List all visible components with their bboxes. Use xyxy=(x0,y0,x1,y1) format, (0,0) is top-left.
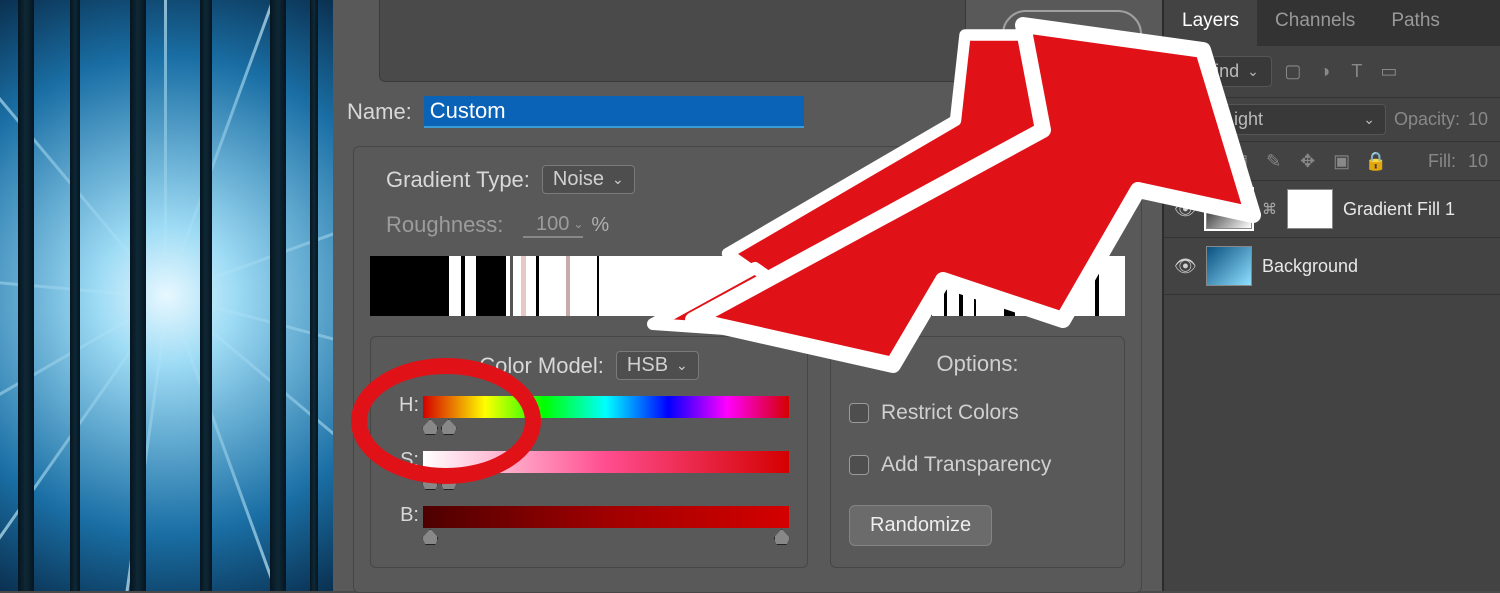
s-slider-min-handle[interactable] xyxy=(422,474,438,490)
add-transparency-checkbox[interactable] xyxy=(849,455,869,475)
tab-layers[interactable]: Layers xyxy=(1164,0,1257,46)
layers-panel: Layers Channels Paths ⌕ Kind ⌄ ▢ ◑ T ▭ S… xyxy=(1163,0,1500,591)
tab-channels[interactable]: Channels xyxy=(1257,0,1373,46)
filter-adjustment-icon[interactable]: ◑ xyxy=(1314,61,1336,83)
search-icon: ⌕ xyxy=(1189,61,1199,82)
save-button[interactable]: Save... xyxy=(1002,10,1142,58)
gradient-editor-dialog: Save... New Name: Custom Gradient Type: … xyxy=(333,0,1163,591)
layer-name[interactable]: Gradient Fill 1 xyxy=(1343,199,1455,220)
roughness-label: Roughness: xyxy=(386,212,503,238)
color-model-value: HSB xyxy=(627,354,668,377)
forest-image xyxy=(0,0,333,591)
blend-mode-select[interactable]: Soft Light ⌄ xyxy=(1176,104,1386,135)
layer-mask-thumbnail[interactable] xyxy=(1287,189,1333,229)
layer-filter-kind[interactable]: ⌕ Kind ⌄ xyxy=(1176,56,1272,87)
layer-name[interactable]: Background xyxy=(1262,256,1358,277)
opacity-label: Opacity: xyxy=(1394,109,1460,130)
roughness-value: 100 xyxy=(536,213,569,236)
h-label: H: xyxy=(389,394,419,417)
preset-preview xyxy=(379,0,966,82)
randomize-button[interactable]: Randomize xyxy=(849,505,992,546)
chevron-down-icon: ⌄ xyxy=(676,357,688,374)
name-input[interactable]: Custom xyxy=(424,96,804,128)
gradient-noise-preview xyxy=(370,256,1125,316)
lock-position-icon[interactable]: ✥ xyxy=(1297,150,1319,172)
tab-paths[interactable]: Paths xyxy=(1373,0,1458,46)
h-slider-max-handle[interactable] xyxy=(441,419,457,435)
color-model-select[interactable]: HSB ⌄ xyxy=(616,351,699,380)
opacity-value[interactable]: 10 xyxy=(1468,109,1488,130)
layer-row[interactable]: 👁 Background xyxy=(1164,238,1500,295)
color-model-label: Color Model: xyxy=(479,353,604,379)
chevron-down-icon: ⌄ xyxy=(573,217,583,231)
s-label: S: xyxy=(389,449,419,472)
chevron-down-icon: ⌄ xyxy=(1247,63,1259,80)
visibility-toggle[interactable]: 👁 xyxy=(1174,199,1196,220)
options-group: Options: Restrict Colors Add Transparenc… xyxy=(830,336,1125,568)
link-icon: ⌘ xyxy=(1262,200,1277,218)
add-transparency-label: Add Transparency xyxy=(881,453,1051,477)
options-header: Options: xyxy=(849,351,1106,377)
lock-all-icon[interactable]: 🔒 xyxy=(1365,150,1387,172)
lock-label: Lock: xyxy=(1176,151,1217,171)
gradient-type-select[interactable]: Noise ⌄ xyxy=(542,165,635,194)
visibility-toggle[interactable]: 👁 xyxy=(1174,256,1196,277)
roughness-unit: % xyxy=(591,214,609,237)
layer-row[interactable]: 👁 ⌘ Gradient Fill 1 xyxy=(1164,181,1500,238)
fill-label: Fill: xyxy=(1428,151,1456,172)
filter-text-icon[interactable]: T xyxy=(1346,61,1368,83)
b-slider-min-handle[interactable] xyxy=(422,529,438,545)
layer-thumbnail[interactable] xyxy=(1206,189,1252,229)
gradient-type-label: Gradient Type: xyxy=(386,167,530,193)
name-label: Name: xyxy=(347,99,412,125)
lock-brush-icon[interactable]: ✎ xyxy=(1263,150,1285,172)
fill-value[interactable]: 10 xyxy=(1468,151,1488,172)
b-slider-max-handle[interactable] xyxy=(774,529,790,545)
h-slider-min-handle[interactable] xyxy=(422,419,438,435)
chevron-down-icon: ⌄ xyxy=(612,171,624,188)
restrict-colors-label: Restrict Colors xyxy=(881,401,1019,425)
restrict-colors-checkbox[interactable] xyxy=(849,403,869,423)
color-model-group: Color Model: HSB ⌄ H: xyxy=(370,336,808,568)
filter-image-icon[interactable]: ▢ xyxy=(1282,61,1304,83)
lock-pixels-icon[interactable]: ▦ xyxy=(1229,150,1251,172)
filter-shape-icon[interactable]: ▭ xyxy=(1378,61,1400,83)
kind-label: Kind xyxy=(1203,61,1239,82)
s-slider[interactable] xyxy=(423,451,789,473)
b-slider[interactable] xyxy=(423,506,789,528)
gradient-type-value: Noise xyxy=(553,168,604,191)
roughness-input[interactable]: 100 ⌄ xyxy=(523,213,583,238)
layer-thumbnail[interactable] xyxy=(1206,246,1252,286)
b-label: B: xyxy=(389,504,419,527)
h-slider[interactable] xyxy=(423,396,789,418)
gradient-settings-group: Gradient Type: Noise ⌄ Roughness: 100 ⌄ … xyxy=(353,146,1142,593)
lock-artboard-icon[interactable]: ▣ xyxy=(1331,150,1353,172)
panel-tabs: Layers Channels Paths xyxy=(1164,0,1500,46)
document-canvas xyxy=(0,0,333,591)
new-button[interactable]: New xyxy=(1002,72,1142,120)
chevron-down-icon: ⌄ xyxy=(1363,111,1375,128)
s-slider-max-handle[interactable] xyxy=(441,474,457,490)
blend-mode-value: Soft Light xyxy=(1187,109,1263,130)
